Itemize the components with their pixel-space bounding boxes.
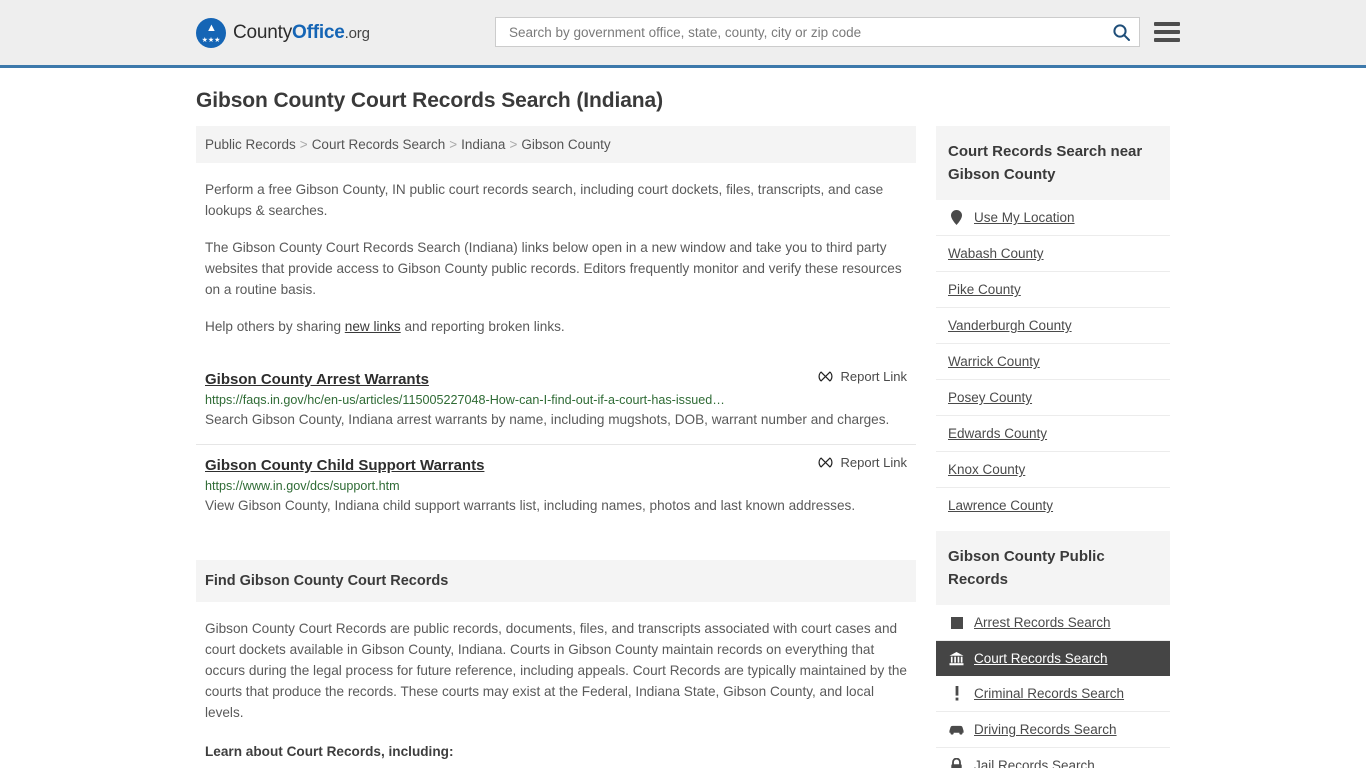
intro-text: Perform a free Gibson County, IN public … <box>196 179 916 337</box>
breadcrumb-separator: > <box>449 137 458 152</box>
map-pin-icon <box>948 210 965 225</box>
page-container: Gibson County Court Records Search (Indi… <box>0 89 1366 768</box>
sidebar-item-arrest-records-search[interactable]: Arrest Records Search <box>936 605 1170 641</box>
broken-link-icon <box>818 455 833 470</box>
fingerprint-icon <box>948 616 965 629</box>
intro-paragraph-1: Perform a free Gibson County, IN public … <box>205 182 884 218</box>
sidebar-item-label: Knox County <box>948 462 1026 477</box>
sidebar-item-use-my-location[interactable]: Use My Location <box>936 200 1170 236</box>
logo-text: CountyOffice.org <box>233 22 370 44</box>
sidebar-item-label: Court Records Search <box>974 651 1108 666</box>
stars-glyph: ★★★ <box>201 36 221 44</box>
result-title-link[interactable]: Gibson County Child Support Warrants <box>205 457 484 474</box>
result-title-link[interactable]: Gibson County Arrest Warrants <box>205 371 429 388</box>
result-item: Gibson County Child Support Warrants Rep… <box>196 444 916 530</box>
search-box[interactable] <box>495 17 1140 47</box>
sidebar-item-edwards-county[interactable]: Edwards County <box>936 416 1170 452</box>
content-columns: Public Records > Court Records Search > Indi… <box>196 126 1170 768</box>
report-link-button[interactable]: Report Link <box>818 455 907 470</box>
sidebar-item-wabash-county[interactable]: Wabash County <box>936 236 1170 272</box>
result-header: Gibson County Arrest Warrants Report Lin… <box>205 369 907 388</box>
sidebar-item-label: Lawrence County <box>948 498 1054 513</box>
site-logo[interactable]: ▲ ★★★ CountyOffice.org <box>196 17 370 48</box>
sidebar-item-lawrence-county[interactable]: Lawrence County <box>936 488 1170 523</box>
nearby-panel-heading: Court Records Search near Gibson County <box>936 126 1170 200</box>
breadcrumb: Public Records > Court Records Search > Indi… <box>196 126 916 163</box>
public-records-list: Arrest Records Search Court Records Sear… <box>936 605 1170 768</box>
sidebar-item-criminal-records-search[interactable]: Criminal Records Search <box>936 676 1170 712</box>
share-text-before: Help others by sharing <box>205 319 345 334</box>
sidebar-item-label: Arrest Records Search <box>974 615 1111 630</box>
hamburger-bar <box>1154 22 1180 26</box>
public-records-panel: Gibson County Public Records Arrest Reco… <box>936 531 1170 768</box>
breadcrumb-item-public-records[interactable]: Public Records <box>205 137 296 152</box>
learn-about-heading: Learn about Court Records, including: <box>205 744 454 759</box>
hamburger-bar <box>1154 30 1180 34</box>
find-records-heading: Find Gibson County Court Records <box>196 560 916 602</box>
sidebar-item-knox-county[interactable]: Knox County <box>936 452 1170 488</box>
search-input[interactable] <box>507 23 1112 41</box>
header-search-area <box>495 17 1180 47</box>
lock-icon <box>948 758 965 768</box>
sidebar-item-warrick-county[interactable]: Warrick County <box>936 344 1170 380</box>
breadcrumb-item-court-records-search[interactable]: Court Records Search <box>312 137 446 152</box>
sidebar-item-driving-records-search[interactable]: Driving Records Search <box>936 712 1170 748</box>
sidebar-item-pike-county[interactable]: Pike County <box>936 272 1170 308</box>
main-column: Public Records > Court Records Search > Indi… <box>196 126 916 762</box>
hamburger-menu-icon[interactable] <box>1154 22 1180 42</box>
logo-text-org: .org <box>344 24 370 42</box>
sidebar-item-label: Driving Records Search <box>974 722 1117 737</box>
breadcrumb-separator: > <box>299 137 308 152</box>
hamburger-bar <box>1154 38 1180 42</box>
logo-text-county: County <box>233 21 293 43</box>
report-link-button[interactable]: Report Link <box>818 369 907 384</box>
find-records-paragraph: Gibson County Court Records are public r… <box>205 621 907 720</box>
share-text-after: and reporting broken links. <box>400 319 565 334</box>
sidebar: Court Records Search near Gibson County … <box>936 126 1170 768</box>
result-description: Search Gibson County, Indiana arrest war… <box>205 412 890 427</box>
intro-paragraph-2: The Gibson County Court Records Search (… <box>205 240 902 297</box>
sidebar-item-label: Pike County <box>948 282 1021 297</box>
sidebar-item-label: Use My Location <box>974 210 1075 225</box>
nearby-panel: Court Records Search near Gibson County … <box>936 126 1170 523</box>
breadcrumb-item-gibson-county[interactable]: Gibson County <box>521 137 610 152</box>
result-url: https://www.in.gov/dcs/support.htm <box>205 479 400 493</box>
report-link-label: Report Link <box>840 455 907 470</box>
courthouse-icon <box>948 651 965 666</box>
county-office-logo-icon: ▲ ★★★ <box>196 17 226 48</box>
sidebar-item-label: Vanderburgh County <box>948 318 1072 333</box>
page-title: Gibson County Court Records Search (Indi… <box>196 89 663 112</box>
result-item: Gibson County Arrest Warrants Report Lin… <box>196 359 916 444</box>
logo-text-office: Office <box>292 21 345 43</box>
result-description: View Gibson County, Indiana child suppor… <box>205 498 856 513</box>
sidebar-item-vanderburgh-county[interactable]: Vanderburgh County <box>936 308 1170 344</box>
sidebar-item-label: Edwards County <box>948 426 1048 441</box>
breadcrumb-separator: > <box>509 137 518 152</box>
search-icon[interactable] <box>1112 23 1131 42</box>
result-header: Gibson County Child Support Warrants Rep… <box>205 455 907 474</box>
sidebar-item-label: Criminal Records Search <box>974 686 1125 701</box>
exclamation-icon <box>948 686 965 701</box>
result-url: https://faqs.in.gov/hc/en-us/articles/11… <box>205 393 725 407</box>
breadcrumb-item-indiana[interactable]: Indiana <box>461 137 505 152</box>
eagle-glyph: ▲ <box>206 21 217 34</box>
sidebar-item-label: Jail Records Search <box>974 758 1095 768</box>
sidebar-item-posey-county[interactable]: Posey County <box>936 380 1170 416</box>
car-icon <box>948 724 965 735</box>
public-records-panel-heading: Gibson County Public Records <box>936 531 1170 605</box>
report-link-label: Report Link <box>840 369 907 384</box>
sidebar-item-label: Posey County <box>948 390 1033 405</box>
nearby-county-list: Use My Location Wabash County Pike Count… <box>936 200 1170 523</box>
sidebar-item-jail-records-search[interactable]: Jail Records Search <box>936 748 1170 768</box>
site-header: ▲ ★★★ CountyOffice.org <box>0 0 1366 68</box>
broken-link-icon <box>818 369 833 384</box>
sidebar-item-label: Wabash County <box>948 246 1044 261</box>
sidebar-item-label: Warrick County <box>948 354 1040 369</box>
results-list: Gibson County Arrest Warrants Report Lin… <box>196 359 916 530</box>
new-links-link[interactable]: new links <box>345 319 401 334</box>
sidebar-item-court-records-search[interactable]: Court Records Search <box>936 641 1170 676</box>
find-records-body: Gibson County Court Records are public r… <box>196 618 916 762</box>
intro-paragraph-3: Help others by sharing new links and rep… <box>196 316 916 337</box>
